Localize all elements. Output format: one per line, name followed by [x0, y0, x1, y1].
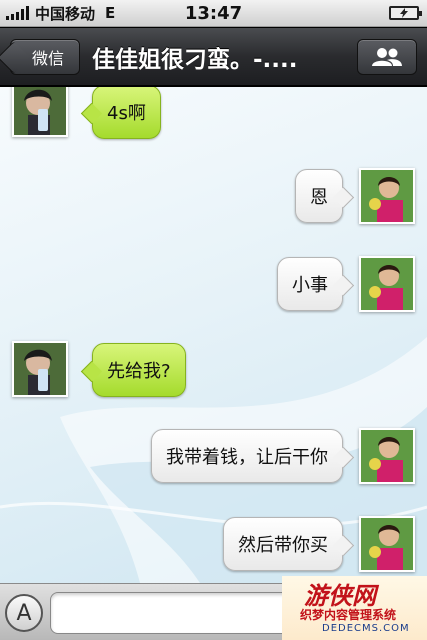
- watermark-url: DEDECMS.COM: [322, 623, 410, 634]
- contacts-icon: [372, 48, 402, 66]
- watermark: 游侠网 织梦内容管理系统 DEDECMS.COM: [282, 576, 427, 640]
- keyboard-toggle-button[interactable]: A: [5, 594, 43, 632]
- message-bubble-incoming[interactable]: 先给我?: [92, 343, 186, 397]
- chat-title: 佳佳姐很刁蛮。-....: [92, 47, 298, 73]
- charging-bolt-icon: [400, 8, 408, 18]
- nav-bar: 微信 佳佳姐很刁蛮。-....: [0, 28, 427, 86]
- status-bar: 中国移动 E 13:47: [0, 0, 427, 27]
- message-text: 小事: [292, 275, 328, 296]
- message-text: 我带着钱，让后干你: [166, 447, 328, 468]
- message-text: 恩: [310, 187, 328, 208]
- background-wave: [0, 337, 427, 583]
- back-button-label: 微信: [31, 49, 64, 68]
- message-bubble-outgoing[interactable]: 恩: [295, 169, 343, 223]
- contact-avatar[interactable]: [12, 341, 68, 397]
- status-time: 13:47: [184, 3, 243, 24]
- user-avatar[interactable]: [359, 516, 415, 572]
- message-bubble-incoming[interactable]: 4s啊: [92, 87, 161, 139]
- user-avatar[interactable]: [359, 168, 415, 224]
- user-avatar[interactable]: [359, 428, 415, 484]
- message-input[interactable]: [50, 592, 290, 634]
- message-bubble-outgoing[interactable]: 然后带你买: [223, 517, 343, 571]
- message-bubble-outgoing[interactable]: 我带着钱，让后干你: [151, 429, 343, 483]
- user-avatar[interactable]: [359, 256, 415, 312]
- contacts-button[interactable]: [357, 39, 417, 75]
- back-button[interactable]: 微信: [10, 39, 80, 75]
- message-text: 然后带你买: [238, 535, 328, 556]
- message-text: 4s啊: [107, 103, 146, 124]
- watermark-subtitle: 织梦内容管理系统: [300, 608, 397, 622]
- message-text: 先给我?: [107, 361, 171, 382]
- battery-icon: [389, 6, 422, 20]
- chat-area[interactable]: 4s啊 恩 小事 先给我? 我带着钱，让后干你 然后带你买: [0, 87, 427, 583]
- contact-avatar[interactable]: [12, 87, 68, 137]
- keyboard-toggle-icon: A: [16, 600, 32, 626]
- message-bubble-outgoing[interactable]: 小事: [277, 257, 343, 311]
